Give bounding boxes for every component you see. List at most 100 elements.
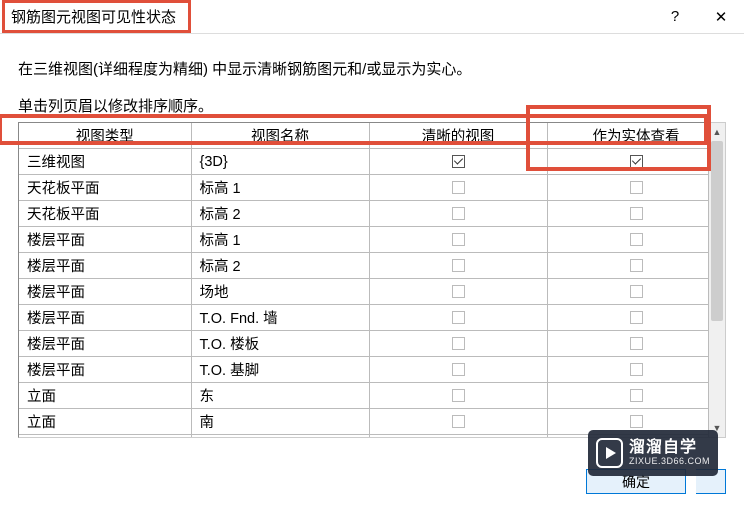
cell-view-type: 立面 bbox=[19, 409, 191, 435]
close-button[interactable]: ✕ bbox=[698, 1, 744, 33]
cell-view-name: 标高 2 bbox=[191, 253, 369, 279]
cell-view-name: T.O. Fnd. 墙 bbox=[191, 305, 369, 331]
view-as-solid-checkbox[interactable] bbox=[630, 259, 643, 272]
cell-view-as-solid bbox=[547, 331, 708, 357]
cell-view-type: 天花板平面 bbox=[19, 175, 191, 201]
clear-view-checkbox[interactable] bbox=[452, 259, 465, 272]
vertical-scrollbar[interactable]: ▲ ▼ bbox=[708, 122, 726, 438]
view-as-solid-checkbox[interactable] bbox=[630, 415, 643, 428]
views-table: 视图类型 视图名称 清晰的视图 作为实体查看 三维视图{3D}天花板平面标高 1… bbox=[19, 123, 708, 438]
cell-view-as-solid bbox=[547, 409, 708, 435]
cell-clear-view bbox=[369, 409, 547, 435]
cell-view-as-solid bbox=[547, 383, 708, 409]
table-row[interactable]: 楼层平面T.O. 基脚 bbox=[19, 357, 708, 383]
help-button[interactable]: ? bbox=[652, 1, 698, 33]
title-bar: 钢筋图元视图可见性状态 ? ✕ bbox=[0, 0, 744, 34]
cell-clear-view bbox=[369, 383, 547, 409]
cell-view-type: 立面 bbox=[19, 383, 191, 409]
table-row[interactable]: 楼层平面场地 bbox=[19, 279, 708, 305]
cell-clear-view bbox=[369, 357, 547, 383]
scroll-up-icon[interactable]: ▲ bbox=[709, 123, 725, 141]
cell-view-as-solid bbox=[547, 357, 708, 383]
table-row[interactable]: 立面西 bbox=[19, 435, 708, 439]
cell-view-type: 楼层平面 bbox=[19, 331, 191, 357]
cell-clear-view bbox=[369, 253, 547, 279]
table-row[interactable]: 楼层平面T.O. 楼板 bbox=[19, 331, 708, 357]
clear-view-checkbox[interactable] bbox=[452, 285, 465, 298]
header-view-as-solid[interactable]: 作为实体查看 bbox=[547, 123, 708, 149]
header-view-type[interactable]: 视图类型 bbox=[19, 123, 191, 149]
view-as-solid-checkbox[interactable] bbox=[630, 363, 643, 376]
cell-view-name: 场地 bbox=[191, 279, 369, 305]
cell-clear-view bbox=[369, 305, 547, 331]
watermark-line2: ZIXUE.3D66.COM bbox=[629, 457, 710, 467]
cell-clear-view bbox=[369, 227, 547, 253]
cell-view-type: 立面 bbox=[19, 435, 191, 439]
cell-clear-view bbox=[369, 435, 547, 439]
cell-clear-view bbox=[369, 331, 547, 357]
cell-view-as-solid bbox=[547, 305, 708, 331]
clear-view-checkbox[interactable] bbox=[452, 415, 465, 428]
header-view-name[interactable]: 视图名称 bbox=[191, 123, 369, 149]
clear-view-checkbox[interactable] bbox=[452, 363, 465, 376]
clear-view-checkbox[interactable] bbox=[452, 155, 465, 168]
scroll-down-icon[interactable]: ▼ bbox=[709, 419, 725, 437]
cell-view-type: 三维视图 bbox=[19, 149, 191, 175]
cell-view-name: 东 bbox=[191, 383, 369, 409]
view-as-solid-checkbox[interactable] bbox=[630, 337, 643, 350]
cell-view-type: 楼层平面 bbox=[19, 305, 191, 331]
cell-view-name: {3D} bbox=[191, 149, 369, 175]
header-clear-view[interactable]: 清晰的视图 bbox=[369, 123, 547, 149]
cell-view-type: 楼层平面 bbox=[19, 279, 191, 305]
clear-view-checkbox[interactable] bbox=[452, 311, 465, 324]
clear-view-checkbox[interactable] bbox=[452, 337, 465, 350]
table-row[interactable]: 楼层平面T.O. Fnd. 墙 bbox=[19, 305, 708, 331]
window-title: 钢筋图元视图可见性状态 bbox=[2, 0, 191, 33]
clear-view-checkbox[interactable] bbox=[452, 233, 465, 246]
clear-view-checkbox[interactable] bbox=[452, 181, 465, 194]
cell-view-name: 标高 1 bbox=[191, 227, 369, 253]
cell-clear-view bbox=[369, 175, 547, 201]
cell-view-name: T.O. 基脚 bbox=[191, 357, 369, 383]
cell-view-as-solid bbox=[547, 175, 708, 201]
table-row[interactable]: 楼层平面标高 1 bbox=[19, 227, 708, 253]
cell-view-name: 南 bbox=[191, 409, 369, 435]
clear-view-checkbox[interactable] bbox=[452, 389, 465, 402]
view-as-solid-checkbox[interactable] bbox=[630, 181, 643, 194]
cell-view-type: 楼层平面 bbox=[19, 227, 191, 253]
next-button-partial[interactable] bbox=[696, 469, 726, 494]
hint-text: 单击列页眉以修改排序顺序。 bbox=[18, 95, 726, 116]
cell-view-name: 标高 2 bbox=[191, 201, 369, 227]
cell-clear-view bbox=[369, 149, 547, 175]
cell-view-type: 天花板平面 bbox=[19, 201, 191, 227]
cell-view-name: 标高 1 bbox=[191, 175, 369, 201]
view-as-solid-checkbox[interactable] bbox=[630, 389, 643, 402]
view-as-solid-checkbox[interactable] bbox=[630, 285, 643, 298]
table-container: 视图类型 视图名称 清晰的视图 作为实体查看 三维视图{3D}天花板平面标高 1… bbox=[18, 122, 726, 438]
cell-clear-view bbox=[369, 201, 547, 227]
cell-view-as-solid bbox=[547, 279, 708, 305]
cell-view-as-solid bbox=[547, 253, 708, 279]
table-row[interactable]: 立面南 bbox=[19, 409, 708, 435]
table-header-row: 视图类型 视图名称 清晰的视图 作为实体查看 bbox=[19, 123, 708, 149]
view-as-solid-checkbox[interactable] bbox=[630, 311, 643, 324]
cell-view-type: 楼层平面 bbox=[19, 357, 191, 383]
clear-view-checkbox[interactable] bbox=[452, 207, 465, 220]
cell-view-as-solid bbox=[547, 149, 708, 175]
table-row[interactable]: 天花板平面标高 2 bbox=[19, 201, 708, 227]
view-as-solid-checkbox[interactable] bbox=[630, 155, 643, 168]
table-row[interactable]: 立面东 bbox=[19, 383, 708, 409]
ok-button[interactable]: 确定 bbox=[586, 469, 686, 494]
dialog-footer: 确定 bbox=[586, 469, 726, 494]
description-text: 在三维视图(详细程度为精细) 中显示清晰钢筋图元和/或显示为实心。 bbox=[18, 58, 726, 79]
cell-view-as-solid bbox=[547, 227, 708, 253]
table-row[interactable]: 天花板平面标高 1 bbox=[19, 175, 708, 201]
table-row[interactable]: 三维视图{3D} bbox=[19, 149, 708, 175]
cell-view-as-solid bbox=[547, 201, 708, 227]
scroll-thumb[interactable] bbox=[711, 141, 723, 321]
view-as-solid-checkbox[interactable] bbox=[630, 233, 643, 246]
view-as-solid-checkbox[interactable] bbox=[630, 207, 643, 220]
cell-view-name: 西 bbox=[191, 435, 369, 439]
cell-view-name: T.O. 楼板 bbox=[191, 331, 369, 357]
table-row[interactable]: 楼层平面标高 2 bbox=[19, 253, 708, 279]
